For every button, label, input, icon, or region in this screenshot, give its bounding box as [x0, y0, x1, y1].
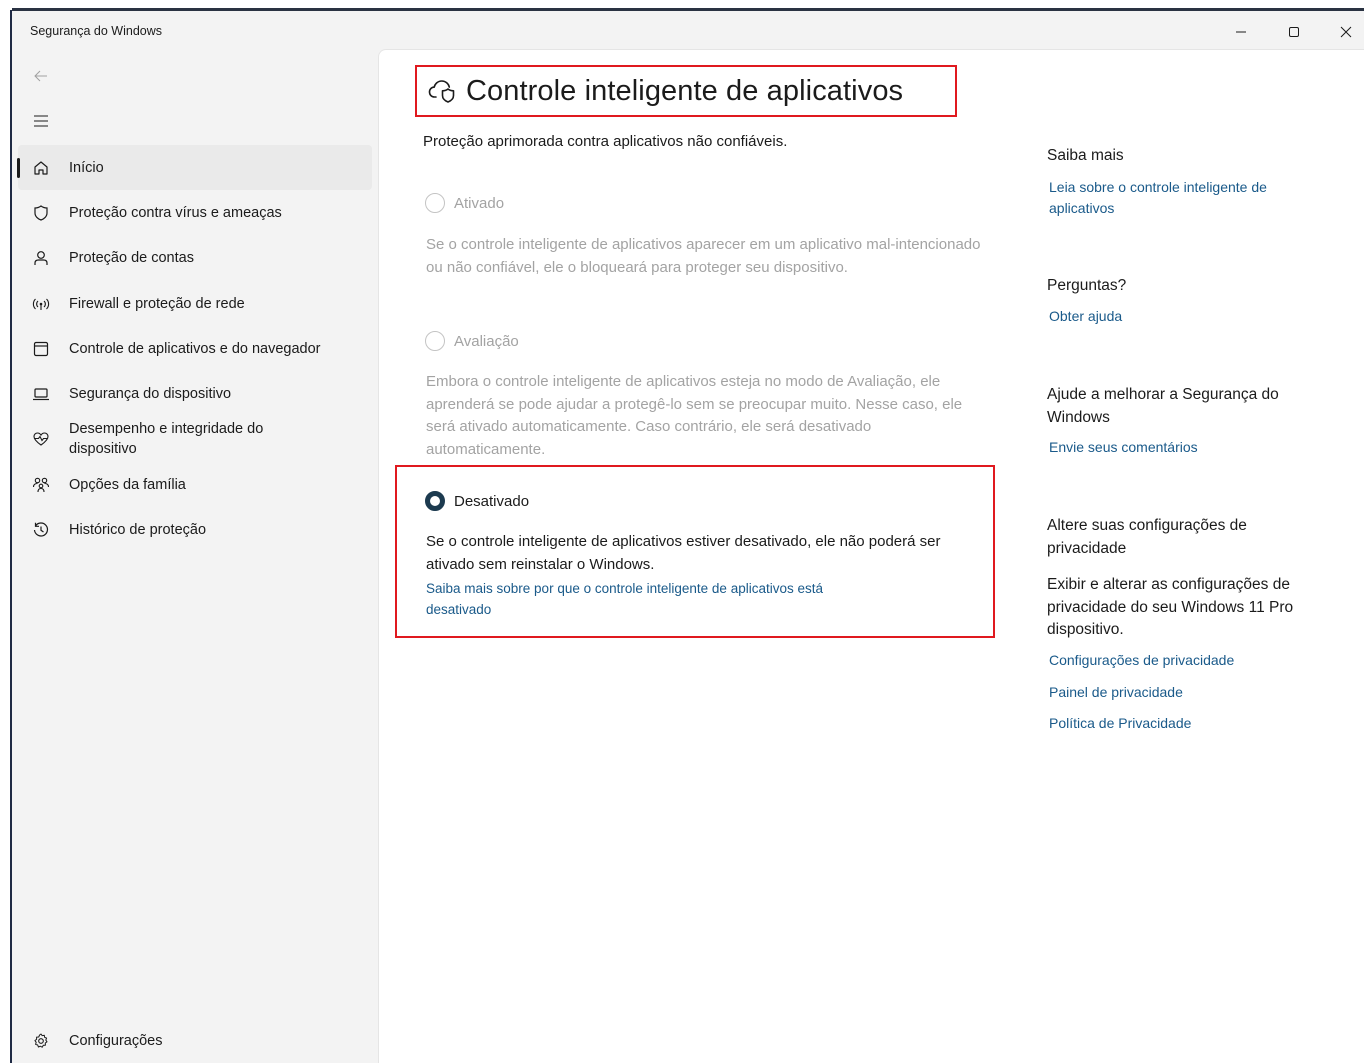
- heart-pulse-icon: [31, 429, 51, 449]
- privacy-dashboard-link[interactable]: Painel de privacidade: [1049, 682, 1319, 703]
- radio-off-selected[interactable]: [425, 491, 445, 511]
- smart-app-control-icon: [427, 76, 459, 106]
- hamburger-menu-button[interactable]: [28, 110, 54, 132]
- radio-option-off[interactable]: Desativado: [425, 491, 529, 511]
- sidebar-item-label: Desempenho e integridade do dispositivo: [69, 421, 264, 458]
- shield-icon: [31, 203, 51, 223]
- app-window-icon: [31, 339, 51, 359]
- sidebar-item-app-browser-control[interactable]: Controle de aplicativos e do navegador: [12, 326, 377, 371]
- maximize-icon: [1289, 27, 1299, 37]
- feedback-heading: Ajude a melhorar a Segurança do Windows: [1047, 386, 1279, 426]
- radio-on-label: Ativado: [454, 194, 505, 212]
- windows-security-window: Segurança do Windows Início Proteção con…: [12, 11, 1364, 1063]
- wifi-signal-icon: [31, 294, 51, 314]
- option-evaluation-description: Embora o controle inteligente de aplicat…: [426, 373, 963, 458]
- sidebar-item-label: Proteção contra vírus e ameaças: [69, 204, 282, 221]
- questions-heading: Perguntas?: [1047, 277, 1127, 294]
- radio-evaluation-label: Avaliação: [454, 332, 519, 350]
- off-learn-more-link[interactable]: Saiba mais sobre por que o controle inte…: [426, 578, 876, 620]
- family-icon: [31, 475, 51, 495]
- sidebar-item-device-performance[interactable]: Desempenho e integridade do dispositivo: [12, 417, 377, 462]
- settings-label: Configurações: [69, 1033, 163, 1049]
- page-title: Controle inteligente de aplicativos: [466, 74, 904, 107]
- sidebar-item-account-protection[interactable]: Proteção de contas: [12, 236, 377, 281]
- privacy-policy-link[interactable]: Política de Privacidade: [1049, 713, 1319, 734]
- laptop-icon: [31, 384, 51, 404]
- minimize-button[interactable]: [1218, 19, 1264, 45]
- radio-option-evaluation[interactable]: Avaliação: [425, 331, 519, 351]
- privacy-heading: Altere suas configurações de privacidade: [1047, 517, 1247, 557]
- radio-on[interactable]: [425, 193, 445, 213]
- option-off-description: Se o controle inteligente de aplicativos…: [426, 533, 941, 573]
- read-about-link[interactable]: Leia sobre o controle inteligente de apl…: [1049, 177, 1319, 219]
- close-icon: [1340, 26, 1352, 38]
- arrow-left-icon: [34, 70, 47, 82]
- learn-more-heading: Saiba mais: [1047, 147, 1124, 164]
- history-icon: [31, 520, 51, 540]
- sidebar-item-label: Início: [69, 159, 104, 176]
- app-title: Segurança do Windows: [30, 24, 163, 38]
- sidebar-item-family-options[interactable]: Opções da família: [12, 462, 377, 507]
- radio-evaluation[interactable]: [425, 331, 445, 351]
- back-button[interactable]: [28, 65, 54, 87]
- desktop-edge: [0, 0, 12, 1063]
- sidebar-item-device-security[interactable]: Segurança do dispositivo: [12, 371, 377, 416]
- hamburger-icon: [34, 115, 48, 127]
- privacy-settings-link[interactable]: Configurações de privacidade: [1049, 650, 1319, 671]
- minimize-icon: [1236, 31, 1246, 33]
- person-icon: [31, 248, 51, 268]
- sidebar-item-label: Segurança do dispositivo: [69, 386, 232, 403]
- page-subtitle: Proteção aprimorada contra aplicativos n…: [423, 133, 788, 150]
- radio-off-label: Desativado: [454, 492, 530, 510]
- main-content: Controle inteligente de aplicativos Prot…: [378, 49, 1364, 1063]
- option-on-description: Se o controle inteligente de aplicativos…: [426, 236, 981, 276]
- sidebar-item-protection-history[interactable]: Histórico de proteção: [12, 507, 377, 552]
- sidebar-item-label: Opções da família: [69, 476, 186, 493]
- sidebar-nav: Início Proteção contra vírus e ameaças P…: [12, 145, 377, 553]
- sidebar-item-label: Proteção de contas: [69, 250, 194, 267]
- send-feedback-link[interactable]: Envie seus comentários: [1049, 437, 1319, 458]
- get-help-link[interactable]: Obter ajuda: [1049, 306, 1319, 327]
- page-title-highlight: Controle inteligente de aplicativos: [415, 65, 957, 117]
- sidebar-item-virus-protection[interactable]: Proteção contra vírus e ameaças: [12, 190, 377, 235]
- sidebar-item-label: Controle de aplicativos e do navegador: [69, 340, 321, 357]
- sidebar-item-label: Histórico de proteção: [69, 522, 207, 539]
- home-icon: [31, 158, 51, 178]
- sidebar-item-settings[interactable]: Configurações: [12, 1023, 372, 1059]
- radio-option-on[interactable]: Ativado: [425, 193, 504, 213]
- title-bar: Segurança do Windows: [12, 11, 1364, 51]
- close-button[interactable]: [1323, 19, 1364, 45]
- sidebar-item-firewall[interactable]: Firewall e proteção de rede: [12, 281, 377, 326]
- maximize-button[interactable]: [1271, 19, 1317, 45]
- sidebar-item-home[interactable]: Início: [17, 145, 372, 191]
- privacy-description: Exibir e alterar as configurações de pri…: [1047, 576, 1294, 638]
- sidebar-item-label: Firewall e proteção de rede: [69, 295, 245, 312]
- gear-icon: [31, 1031, 51, 1051]
